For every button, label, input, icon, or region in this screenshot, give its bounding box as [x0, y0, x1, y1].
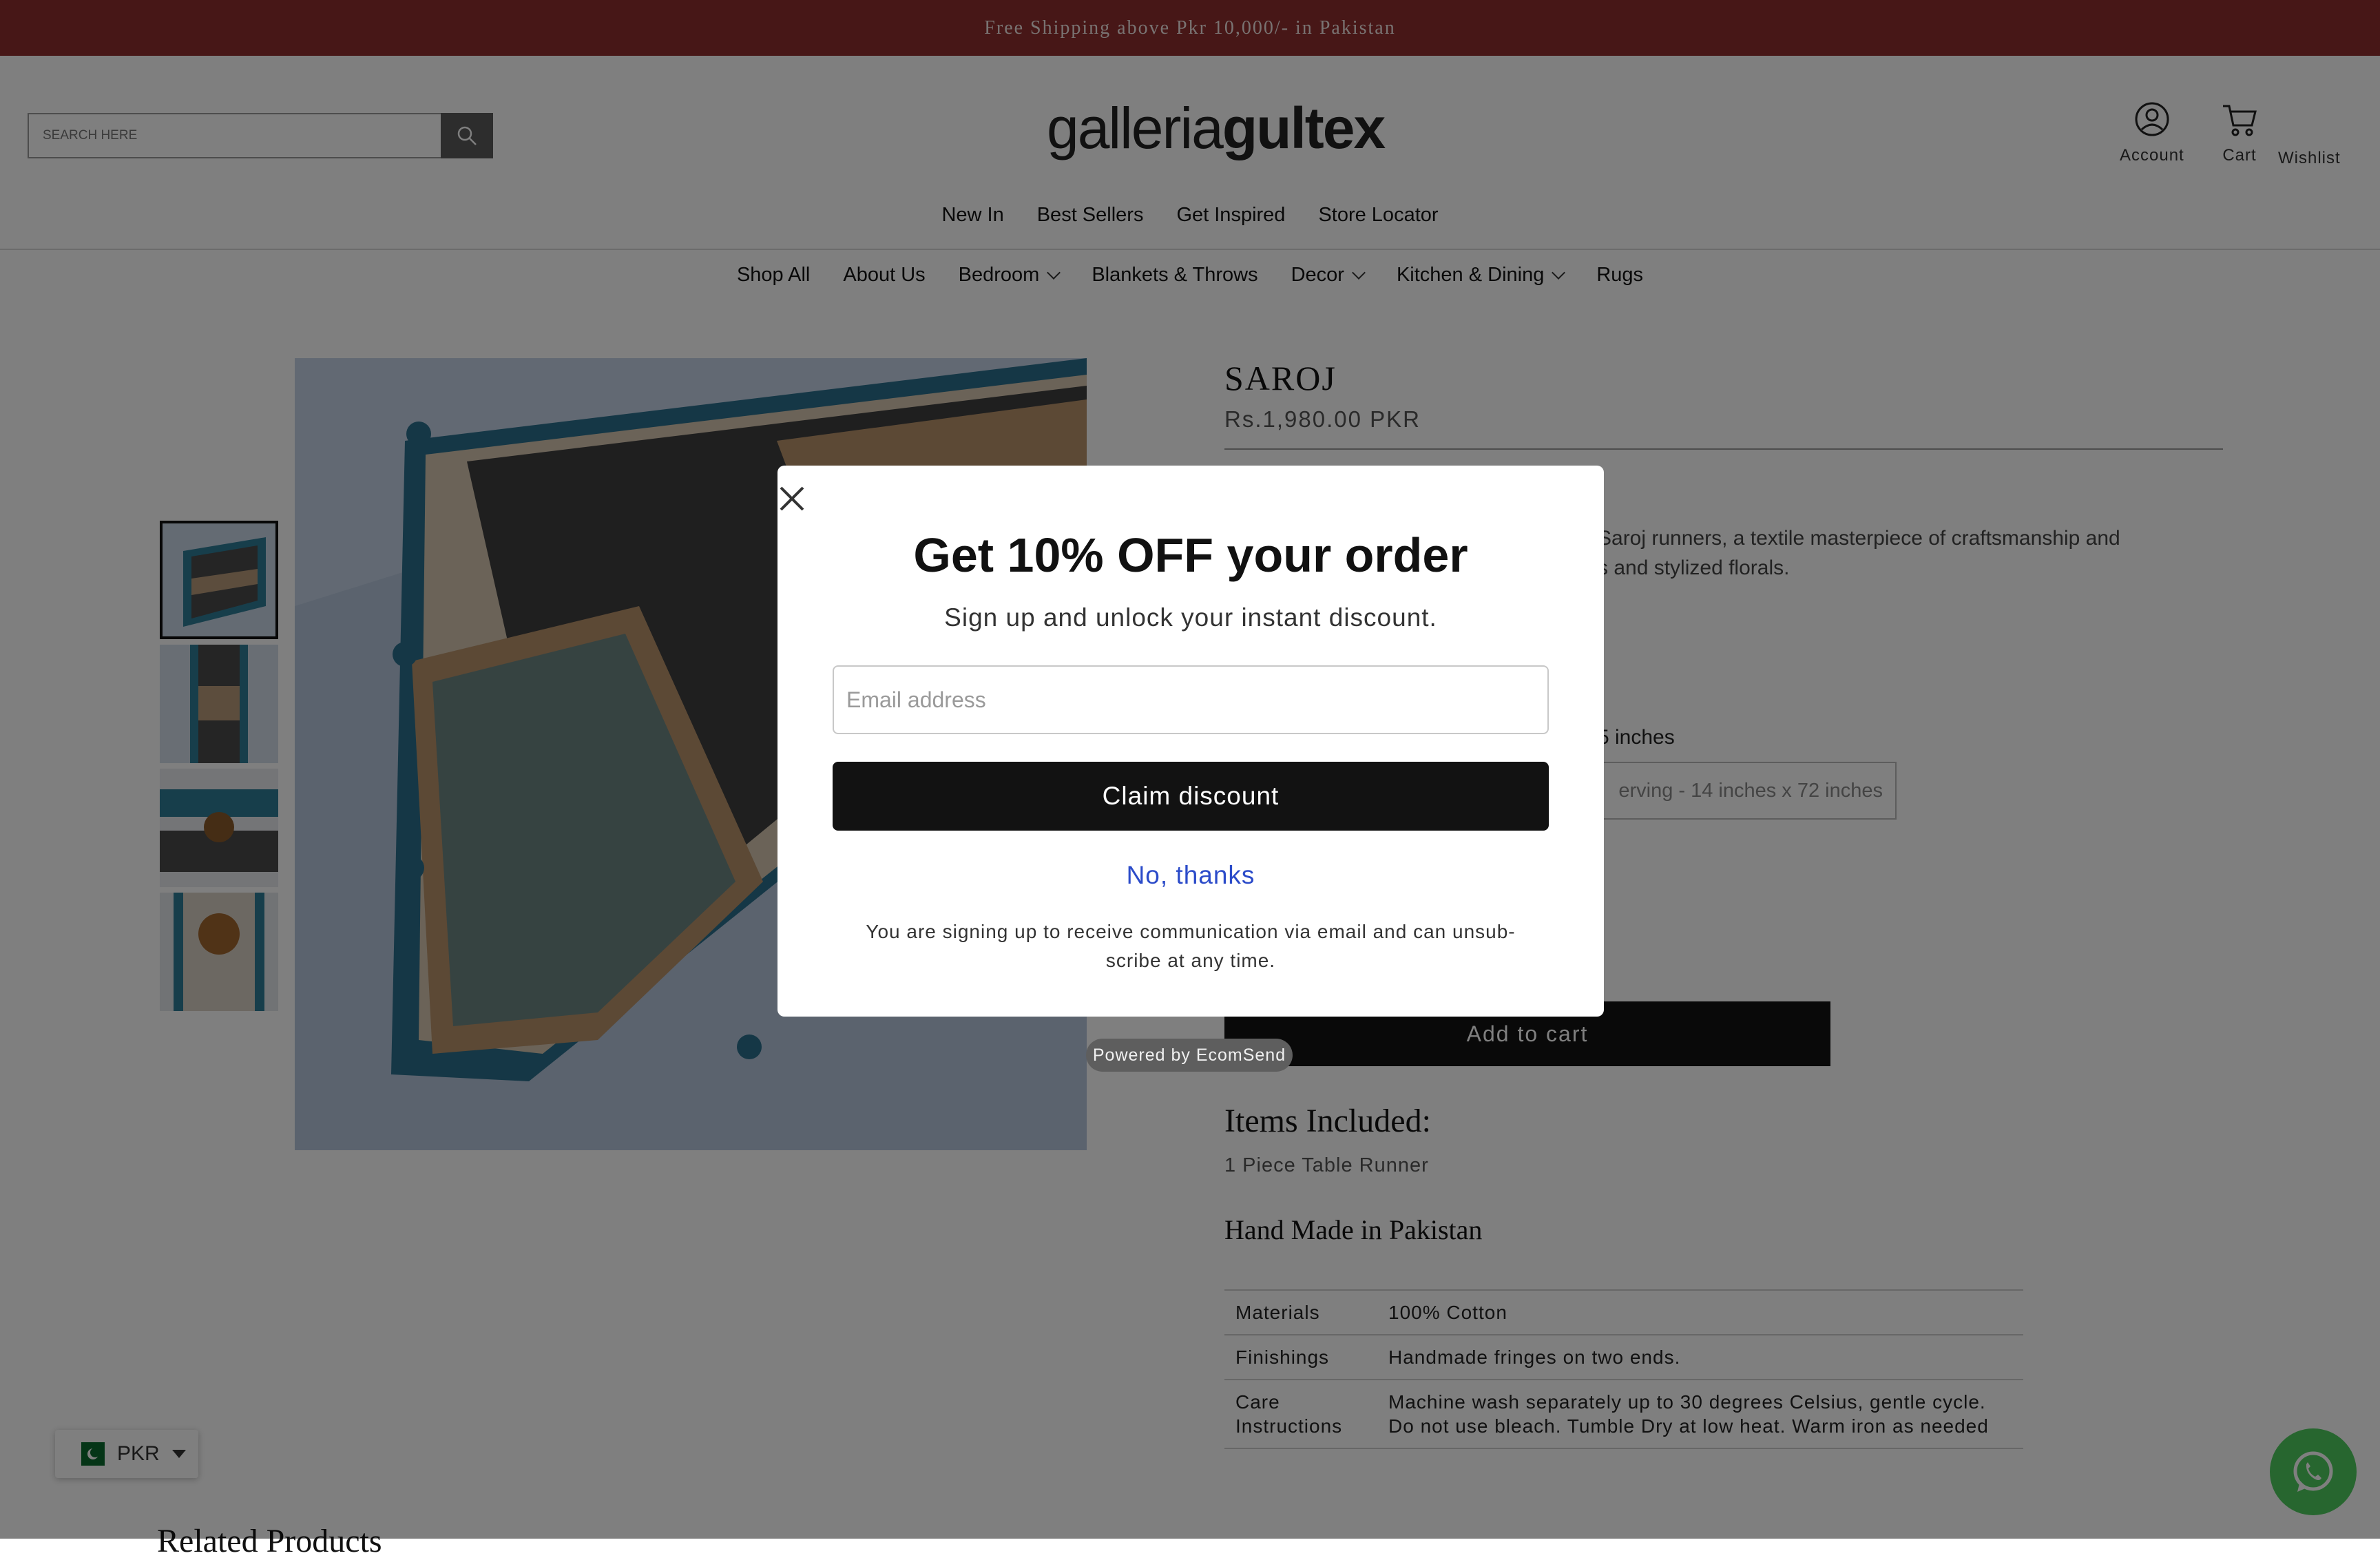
discount-popup: Get 10% OFF your order Sign up and unloc… [777, 466, 1604, 1017]
popup-title: Get 10% OFF your order [913, 528, 1468, 582]
claim-discount-button[interactable]: Claim discount [833, 762, 1549, 831]
popup-legal-text: You are signing up to receive communicat… [866, 921, 1516, 971]
close-icon [780, 486, 804, 511]
popup-subtitle: Sign up and unlock your instant discount… [944, 603, 1437, 632]
powered-by-badge[interactable]: Powered by EcomSend [1086, 1039, 1293, 1072]
no-thanks-link[interactable]: No, thanks [777, 861, 1604, 890]
email-field[interactable] [833, 665, 1549, 734]
close-popup-button[interactable] [777, 483, 807, 517]
